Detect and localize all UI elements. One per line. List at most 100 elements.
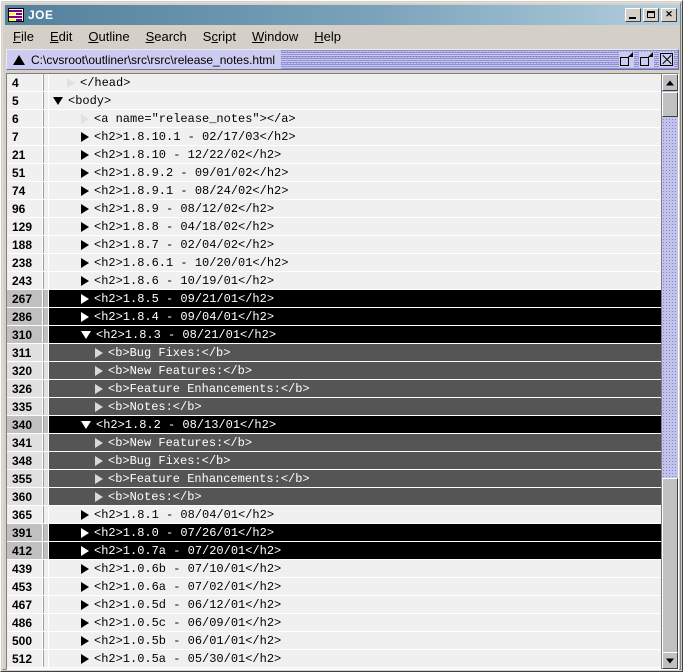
- outline-row-content[interactable]: <h2>1.8.0 - 07/26/01</h2>: [49, 524, 661, 541]
- expand-triangle-icon[interactable]: [81, 203, 89, 214]
- outline-row-content[interactable]: <h2>1.8.8 - 04/18/02</h2>: [49, 218, 661, 235]
- outline-row-content[interactable]: <h2>1.8.6 - 10/19/01</h2>: [49, 272, 661, 289]
- outline-row-content[interactable]: <h2>1.8.10 - 12/22/02</h2>: [49, 146, 661, 163]
- outline-row-content[interactable]: <h2>1.8.4 - 09/04/01</h2>: [49, 308, 661, 325]
- outline-row-content[interactable]: <b>Bug Fixes:</b>: [49, 344, 661, 361]
- close-button[interactable]: ✕: [661, 8, 677, 22]
- outline-row[interactable]: 286 <h2>1.8.4 - 09/04/01</h2>: [7, 308, 661, 326]
- outline-row[interactable]: 326 <b>Feature Enhancements:</b>: [7, 380, 661, 398]
- scroll-down-icon[interactable]: [662, 652, 678, 669]
- outline-row[interactable]: 486 <h2>1.0.5c - 06/09/01</h2>: [7, 614, 661, 632]
- outline-row[interactable]: 74 <h2>1.8.9.1 - 08/24/02</h2>: [7, 182, 661, 200]
- minimize-button[interactable]: [625, 8, 641, 22]
- outline-row-content[interactable]: <h2>1.8.3 - 08/21/01</h2>: [49, 326, 661, 343]
- outline-row-content[interactable]: <body>: [49, 92, 661, 109]
- scrollbar-thumb-lower[interactable]: [662, 478, 678, 654]
- menu-item-edit[interactable]: Edit: [42, 27, 80, 46]
- outline-row-content[interactable]: <h2>1.8.2 - 08/13/01</h2>: [49, 416, 661, 433]
- outline-row-content[interactable]: <h2>1.8.6.1 - 10/20/01</h2>: [49, 254, 661, 271]
- outline-row-content[interactable]: <b>Bug Fixes:</b>: [49, 452, 661, 469]
- outline-row[interactable]: 7 <h2>1.8.10.1 - 02/17/03</h2>: [7, 128, 661, 146]
- outline-row[interactable]: 365 <h2>1.8.1 - 08/04/01</h2>: [7, 506, 661, 524]
- outline-row-content[interactable]: <b>New Features:</b>: [49, 362, 661, 379]
- expand-triangle-icon[interactable]: [81, 545, 89, 556]
- outline-row[interactable]: 453 <h2>1.0.6a - 07/02/01</h2>: [7, 578, 661, 596]
- outline-row-content[interactable]: <h2>1.0.5b - 06/01/01</h2>: [49, 632, 661, 649]
- expand-triangle-icon[interactable]: [81, 239, 89, 250]
- outline-row[interactable]: 335 <b>Notes:</b>: [7, 398, 661, 416]
- outline-row[interactable]: 348 <b>Bug Fixes:</b>: [7, 452, 661, 470]
- expand-triangle-icon[interactable]: [81, 527, 89, 538]
- outline-row-content[interactable]: <h2>1.8.9 - 08/12/02</h2>: [49, 200, 661, 217]
- outline-row[interactable]: 439 <h2>1.0.6b - 07/10/01</h2>: [7, 560, 661, 578]
- collapse-triangle-icon[interactable]: [81, 330, 91, 339]
- expand-triangle-icon[interactable]: [95, 437, 103, 448]
- expand-triangle-icon[interactable]: [81, 185, 89, 196]
- expand-triangle-icon[interactable]: [81, 167, 89, 178]
- outline-row[interactable]: 51 <h2>1.8.9.2 - 09/01/02</h2>: [7, 164, 661, 182]
- outline-row-content[interactable]: <b>Notes:</b>: [49, 398, 661, 415]
- outline-row-content[interactable]: <h2>1.0.5c - 06/09/01</h2>: [49, 614, 661, 631]
- expand-triangle-icon[interactable]: [81, 509, 89, 520]
- expand-triangle-icon[interactable]: [81, 149, 89, 160]
- outline-row[interactable]: 267 <h2>1.8.5 - 09/21/01</h2>: [7, 290, 661, 308]
- outline-row[interactable]: 243 <h2>1.8.6 - 10/19/01</h2>: [7, 272, 661, 290]
- expand-triangle-icon[interactable]: [81, 257, 89, 268]
- restore-window-icon[interactable]: [619, 52, 634, 67]
- expand-triangle-icon[interactable]: [81, 275, 89, 286]
- expand-triangle-icon[interactable]: [81, 311, 89, 322]
- outline-row[interactable]: 5 <body>: [7, 92, 661, 110]
- expand-triangle-icon[interactable]: [95, 401, 103, 412]
- expand-triangle-icon[interactable]: [81, 131, 89, 142]
- outline-row-content[interactable]: <b>New Features:</b>: [49, 434, 661, 451]
- expand-triangle-icon[interactable]: [81, 563, 89, 574]
- menu-item-file[interactable]: File: [5, 27, 42, 46]
- title-bar[interactable]: JOE ✕: [5, 5, 680, 25]
- expand-triangle-icon[interactable]: [95, 473, 103, 484]
- outline-row[interactable]: 391 <h2>1.8.0 - 07/26/01</h2>: [7, 524, 661, 542]
- outline-row-content[interactable]: <h2>1.0.5d - 06/12/01</h2>: [49, 596, 661, 613]
- menu-item-script[interactable]: Script: [195, 27, 244, 46]
- maximize-button[interactable]: [643, 8, 659, 22]
- outline-row-content[interactable]: <h2>1.8.5 - 09/21/01</h2>: [49, 290, 661, 307]
- maximize-window-icon[interactable]: [639, 52, 654, 67]
- collapse-triangle-icon[interactable]: [53, 96, 63, 105]
- outline-row[interactable]: 355 <b>Feature Enhancements:</b>: [7, 470, 661, 488]
- outline-row[interactable]: 4 </head>: [7, 74, 661, 92]
- outline-row[interactable]: 467 <h2>1.0.5d - 06/12/01</h2>: [7, 596, 661, 614]
- outline-row-content[interactable]: <h2>1.8.10.1 - 02/17/03</h2>: [49, 128, 661, 145]
- outline-row[interactable]: 360 <b>Notes:</b>: [7, 488, 661, 506]
- outline-row-content[interactable]: <h2>1.0.5a - 05/30/01</h2>: [49, 650, 661, 667]
- menu-item-search[interactable]: Search: [138, 27, 195, 46]
- expand-triangle-icon[interactable]: [67, 77, 75, 88]
- expand-triangle-icon[interactable]: [81, 581, 89, 592]
- outline-row-content[interactable]: <h2>1.0.6a - 07/02/01</h2>: [49, 578, 661, 595]
- vertical-scrollbar[interactable]: [661, 74, 678, 669]
- menu-item-outline[interactable]: Outline: [80, 27, 137, 46]
- scrollbar-thumb-upper[interactable]: [662, 92, 678, 117]
- expand-triangle-icon[interactable]: [81, 113, 89, 124]
- outline-row-content[interactable]: <h2>1.8.7 - 02/04/02</h2>: [49, 236, 661, 253]
- outline-row-content[interactable]: <a name="release_notes"></a>: [49, 110, 661, 127]
- outline-row[interactable]: 500 <h2>1.0.5b - 06/01/01</h2>: [7, 632, 661, 650]
- outline-row[interactable]: 96 <h2>1.8.9 - 08/12/02</h2>: [7, 200, 661, 218]
- outline-row[interactable]: 6 <a name="release_notes"></a>: [7, 110, 661, 128]
- expand-triangle-icon[interactable]: [95, 455, 103, 466]
- outline-row-content[interactable]: <b>Notes:</b>: [49, 488, 661, 505]
- expand-triangle-icon[interactable]: [95, 491, 103, 502]
- outline-row[interactable]: 340 <h2>1.8.2 - 08/13/01</h2>: [7, 416, 661, 434]
- expand-triangle-icon[interactable]: [81, 635, 89, 646]
- outline-row[interactable]: 512 <h2>1.0.5a - 05/30/01</h2>: [7, 650, 661, 668]
- outline-row[interactable]: 310 <h2>1.8.3 - 08/21/01</h2>: [7, 326, 661, 344]
- outline-row[interactable]: 412 <h2>1.0.7a - 07/20/01</h2>: [7, 542, 661, 560]
- outline-rows-container[interactable]: 4 </head> 5 <body> 6 <a name="release_notes">…: [7, 74, 661, 669]
- outline-row-content[interactable]: <h2>1.8.1 - 08/04/01</h2>: [49, 506, 661, 523]
- expand-triangle-icon[interactable]: [81, 617, 89, 628]
- close-document-icon[interactable]: [659, 52, 674, 67]
- outline-row[interactable]: 188 <h2>1.8.7 - 02/04/02</h2>: [7, 236, 661, 254]
- outline-row[interactable]: 129 <h2>1.8.8 - 04/18/02</h2>: [7, 218, 661, 236]
- expand-triangle-icon[interactable]: [95, 365, 103, 376]
- document-path-label[interactable]: C:\cvsroot\outliner\src\rsrc\release_not…: [7, 50, 282, 69]
- expand-triangle-icon[interactable]: [81, 599, 89, 610]
- outline-row-content[interactable]: <h2>1.0.7a - 07/20/01</h2>: [49, 542, 661, 559]
